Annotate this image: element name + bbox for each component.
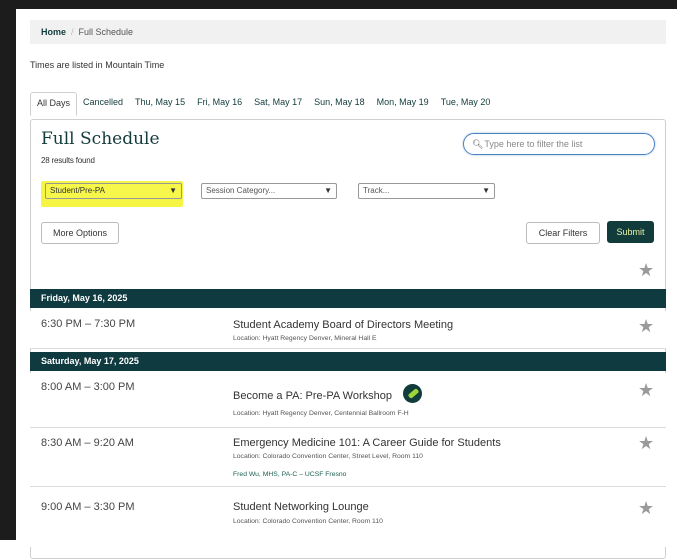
timezone-note: Times are listed in Mountain Time <box>30 60 165 70</box>
tab-mon-may-19[interactable]: Mon, May 19 <box>371 92 435 116</box>
tab-tue-may-20[interactable]: Tue, May 20 <box>435 92 497 116</box>
session-category-select[interactable]: Session Category... ▼ <box>201 183 337 199</box>
session-location: Location: Colorado Convention Center, St… <box>233 453 423 460</box>
tab-sun-may-18[interactable]: Sun, May 18 <box>308 92 371 116</box>
search-placeholder: Type here to filter the list <box>484 139 583 149</box>
session-title[interactable]: Become a PA: Pre-PA Workshop <box>233 390 392 402</box>
tab-cancelled[interactable]: Cancelled <box>77 92 129 116</box>
track-select-value: Track... <box>363 186 390 195</box>
session-row[interactable]: 8:00 AM – 3:00 PM Become a PA: Pre-PA Wo… <box>30 373 666 428</box>
session-location: Location: Hyatt Regency Denver, Mineral … <box>233 335 377 342</box>
session-time: 9:00 AM – 3:30 PM <box>41 501 135 513</box>
audience-select-value: Student/Pre-PA <box>50 186 105 195</box>
session-row[interactable]: 8:30 AM – 9:20 AM Emergency Medicine 101… <box>30 428 666 487</box>
tab-all-days[interactable]: All Days <box>30 92 78 116</box>
day-header-saturday: Saturday, May 17, 2025 <box>30 352 666 371</box>
more-options-button[interactable]: More Options <box>41 222 119 244</box>
session-location: Location: Colorado Convention Center, Ro… <box>233 518 383 525</box>
page: Home / Full Schedule Times are listed in M… <box>16 9 677 559</box>
chevron-down-icon: ▼ <box>482 186 490 195</box>
chevron-down-icon: ▼ <box>169 186 177 195</box>
star-icon[interactable]: ★ <box>638 381 654 399</box>
session-time: 8:00 AM – 3:00 PM <box>41 381 135 393</box>
window-frame-top <box>0 0 677 9</box>
search-icon: 🔍︎ <box>472 139 484 149</box>
tab-thu-may-15[interactable]: Thu, May 15 <box>129 92 191 116</box>
day-tabs: All Days Cancelled Thu, May 15 Fri, May … <box>30 92 496 116</box>
search-input[interactable]: 🔍︎ Type here to filter the list <box>463 133 655 155</box>
session-speaker[interactable]: Fred Wu, MHS, PA-C – UCSF Fresno <box>233 471 346 478</box>
day-header-friday: Friday, May 16, 2025 <box>30 289 666 308</box>
aapa-badge-icon <box>403 384 422 403</box>
track-select[interactable]: Track... ▼ <box>358 183 495 199</box>
chevron-down-icon: ▼ <box>324 186 332 195</box>
page-title: Full Schedule <box>41 129 160 149</box>
window-frame-left <box>0 0 16 540</box>
session-title[interactable]: Emergency Medicine 101: A Career Guide f… <box>233 437 501 449</box>
session-category-value: Session Category... <box>206 186 276 195</box>
results-count: 28 results found <box>41 156 95 165</box>
submit-button[interactable]: Submit <box>607 221 654 243</box>
star-icon[interactable]: ★ <box>638 317 654 335</box>
breadcrumb: Home / Full Schedule <box>30 20 666 44</box>
audience-select[interactable]: Student/Pre-PA ▼ <box>45 183 182 199</box>
star-icon[interactable]: ★ <box>638 499 654 517</box>
breadcrumb-separator: / <box>71 27 74 37</box>
breadcrumb-current: Full Schedule <box>78 27 134 37</box>
breadcrumb-home-link[interactable]: Home <box>41 27 66 37</box>
session-location: Location: Hyatt Regency Denver, Centenni… <box>233 410 409 417</box>
star-icon[interactable]: ★ <box>638 261 654 279</box>
session-row[interactable]: 6:30 PM – 7:30 PM Student Academy Board … <box>30 311 666 349</box>
star-icon[interactable]: ★ <box>638 434 654 452</box>
tab-sat-may-17[interactable]: Sat, May 17 <box>248 92 308 116</box>
session-row[interactable]: 9:00 AM – 3:30 PM Student Networking Lou… <box>30 487 666 547</box>
session-title[interactable]: Student Networking Lounge <box>233 501 369 513</box>
session-time: 8:30 AM – 9:20 AM <box>41 437 134 449</box>
clear-filters-button[interactable]: Clear Filters <box>526 222 600 244</box>
session-title[interactable]: Student Academy Board of Directors Meeti… <box>233 319 453 331</box>
session-time: 6:30 PM – 7:30 PM <box>41 318 136 330</box>
tab-fri-may-16[interactable]: Fri, May 16 <box>191 92 248 116</box>
